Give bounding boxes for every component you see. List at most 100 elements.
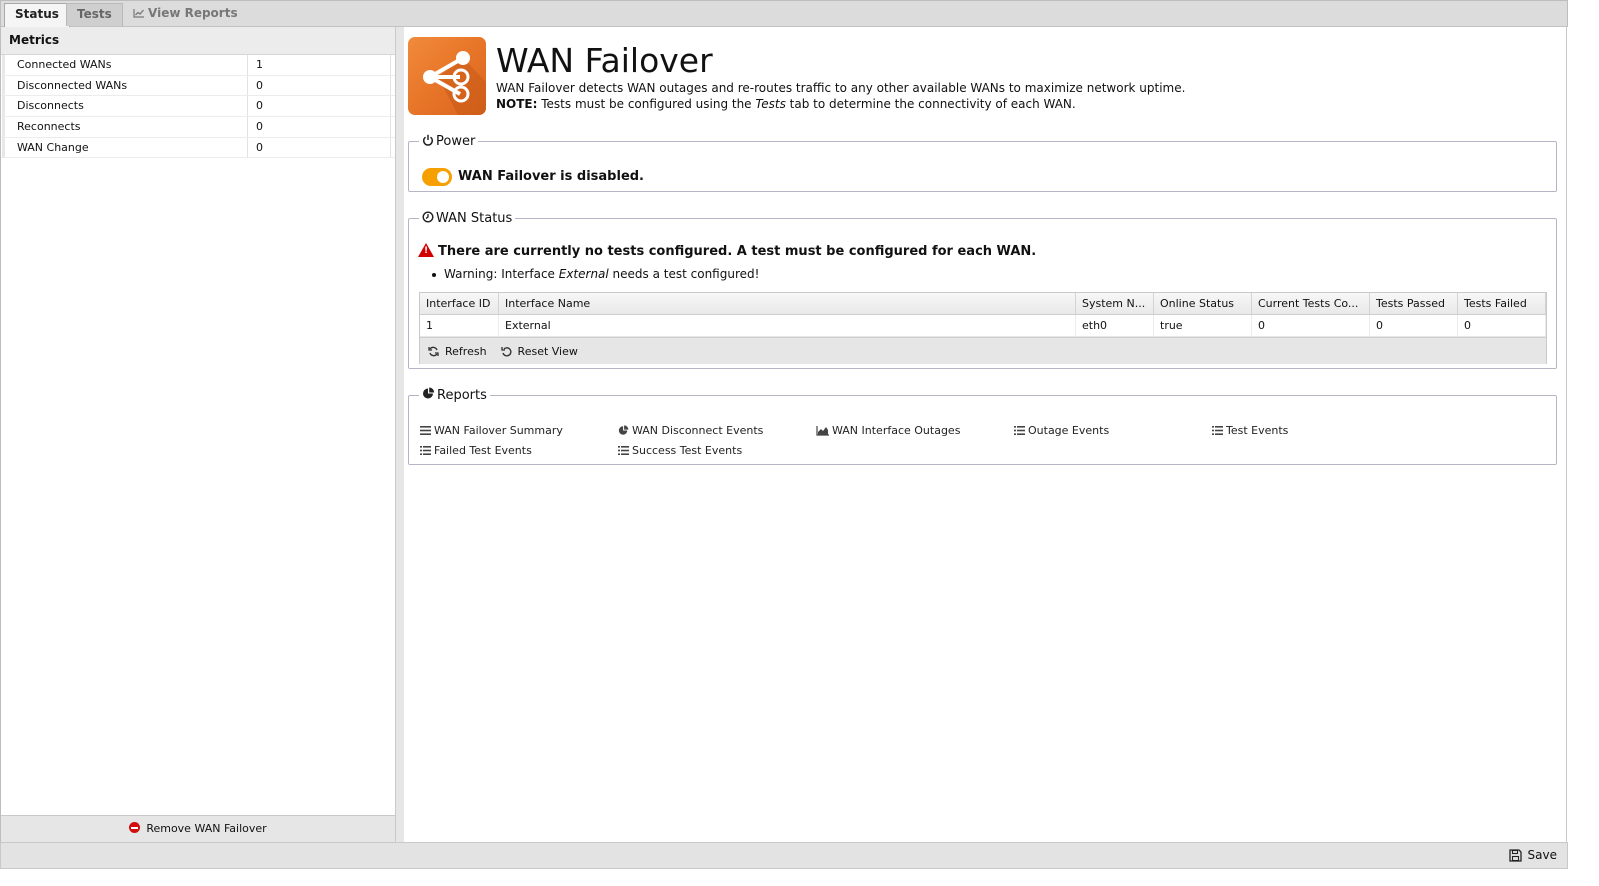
cell-system-name: eth0 (1076, 315, 1154, 336)
cell-tests-failed: 0 (1458, 315, 1546, 336)
share-nodes-icon (423, 51, 486, 115)
metric-name: Disconnects (2, 96, 248, 117)
wan-status-panel: WAN Status There are currently no tests … (408, 211, 1557, 369)
col-tests-passed[interactable]: Tests Passed (1370, 293, 1458, 314)
tab-view-reports[interactable]: View Reports (123, 3, 248, 26)
metrics-list: Connected WANs 1 Disconnected WANs 0 Disco… (1, 55, 395, 159)
col-interface-name[interactable]: Interface Name (499, 293, 1076, 314)
metric-value: 0 (248, 137, 391, 158)
power-panel: Power WAN Failover is disabled. (408, 134, 1557, 192)
tab-tests[interactable]: Tests (66, 3, 123, 26)
remove-app-label: Remove WAN Failover (146, 822, 267, 835)
chart-line-icon (133, 9, 144, 18)
cell-tests-passed: 0 (1370, 315, 1458, 336)
report-link-label: Test Events (1226, 424, 1289, 437)
metric-row: Disconnected WANs 0 (1, 75, 395, 97)
list-icon (1014, 426, 1025, 435)
remove-app-button[interactable]: Remove WAN Failover (1, 815, 395, 842)
warning-icon (418, 243, 434, 257)
metric-row: Disconnects 0 (1, 96, 395, 118)
metric-name: Reconnects (2, 117, 248, 137)
col-system-name[interactable]: System N... (1076, 293, 1154, 314)
save-button[interactable]: Save (1508, 848, 1557, 862)
reset-view-button[interactable]: Reset View (500, 344, 578, 358)
note-label: NOTE: (496, 97, 538, 111)
report-link-label: WAN Failover Summary (434, 424, 563, 437)
cell-online-status: true (1154, 315, 1252, 336)
report-link-label: Success Test Events (632, 444, 743, 457)
main-panel: WAN Failover WAN Failover detects WAN ou… (404, 27, 1567, 842)
area-chart-icon (816, 425, 829, 436)
wan-status-legend-text: WAN Status (436, 211, 513, 226)
cell-current-tests: 0 (1252, 315, 1370, 336)
report-link-wan-interface-outages[interactable]: WAN Interface Outages (816, 424, 960, 437)
save-label: Save (1527, 848, 1557, 862)
undo-icon (500, 346, 512, 357)
no-tests-warning-text: There are currently no tests configured.… (438, 244, 1037, 259)
remove-circle-icon (129, 822, 141, 833)
metric-name: Disconnected WANs (2, 75, 248, 96)
tab-status-label: Status (15, 7, 59, 21)
table-row[interactable]: 1 External eth0 true 0 0 0 (420, 315, 1546, 337)
report-link-success-test-events[interactable]: Success Test Events (618, 444, 742, 457)
metric-row: Connected WANs 1 (1, 55, 395, 76)
metric-value: 0 (248, 117, 391, 137)
tab-status[interactable]: Status (4, 3, 70, 27)
reports-legend-text: Reports (437, 388, 487, 403)
footer-bar: Save (0, 842, 1568, 869)
metric-value: 0 (248, 75, 391, 96)
warning-list-item: Warning: Interface External needs a test… (431, 267, 760, 281)
report-link-wan-disconnect-events[interactable]: WAN Disconnect Events (618, 424, 763, 437)
panel-splitter[interactable] (396, 27, 404, 842)
tab-bar: Status Tests View Reports (0, 0, 1568, 27)
col-current-tests[interactable]: Current Tests Co... (1252, 293, 1370, 314)
cell-interface-id: 1 (420, 315, 499, 336)
pie-chart-icon (618, 425, 629, 435)
col-online-status[interactable]: Online Status (1154, 293, 1252, 314)
tab-tests-label: Tests (77, 7, 112, 21)
grid-toolbar: Refresh Reset View (420, 337, 1546, 364)
report-link-label: Failed Test Events (434, 444, 532, 457)
report-link-outage-events[interactable]: Outage Events (1014, 424, 1109, 437)
metric-value: 0 (248, 96, 391, 117)
metric-row: WAN Change 0 (1, 137, 395, 159)
reports-legend: Reports (419, 387, 490, 403)
metric-name: WAN Change (2, 137, 248, 158)
tab-view-reports-label: View Reports (148, 6, 238, 20)
report-link-wan-failover-summary[interactable]: WAN Failover Summary (420, 424, 563, 437)
metric-value: 1 (248, 55, 391, 75)
app-description-text: WAN Failover detects WAN outages and re-… (496, 81, 1186, 95)
list-icon (420, 426, 431, 435)
warning-item-post: needs a test configured! (608, 267, 760, 281)
col-interface-id[interactable]: Interface ID (420, 293, 499, 314)
cell-interface-name: External (499, 315, 1076, 336)
wan-status-grid: Interface ID Interface Name System N... … (419, 292, 1547, 364)
refresh-button[interactable]: Refresh (428, 345, 487, 358)
reset-view-label: Reset View (517, 344, 578, 358)
metric-row: Reconnects 0 (1, 117, 395, 138)
power-toggle[interactable] (422, 168, 452, 186)
power-status-text: WAN Failover is disabled. (458, 169, 644, 184)
grid-header: Interface ID Interface Name System N... … (420, 293, 1546, 315)
refresh-icon (428, 346, 439, 356)
report-link-label: Outage Events (1028, 424, 1110, 437)
pie-chart-icon (423, 387, 435, 399)
col-tests-failed[interactable]: Tests Failed (1458, 293, 1546, 314)
app-description: WAN Failover detects WAN outages and re-… (496, 80, 1556, 112)
report-link-label: WAN Disconnect Events (632, 424, 764, 437)
report-link-failed-test-events[interactable]: Failed Test Events (420, 444, 532, 457)
list-icon (1212, 426, 1223, 435)
no-tests-warning: There are currently no tests configured.… (418, 243, 1036, 259)
report-link-test-events[interactable]: Test Events (1212, 424, 1288, 437)
refresh-label: Refresh (445, 344, 487, 358)
reports-panel: Reports WAN Failover Summary WAN Disconn… (408, 387, 1557, 465)
note-tests-tab: Tests (755, 97, 786, 111)
metrics-title: Metrics (1, 27, 395, 55)
power-icon (423, 134, 433, 146)
window-margin (1568, 0, 1599, 886)
metrics-panel: Metrics Connected WANs 1 Disconnected WAN… (0, 27, 396, 842)
save-icon (1508, 848, 1522, 862)
app-note: NOTE: Tests must be configured using the… (496, 96, 1556, 112)
wan-failover-logo (408, 37, 486, 115)
power-legend: Power (419, 134, 478, 149)
